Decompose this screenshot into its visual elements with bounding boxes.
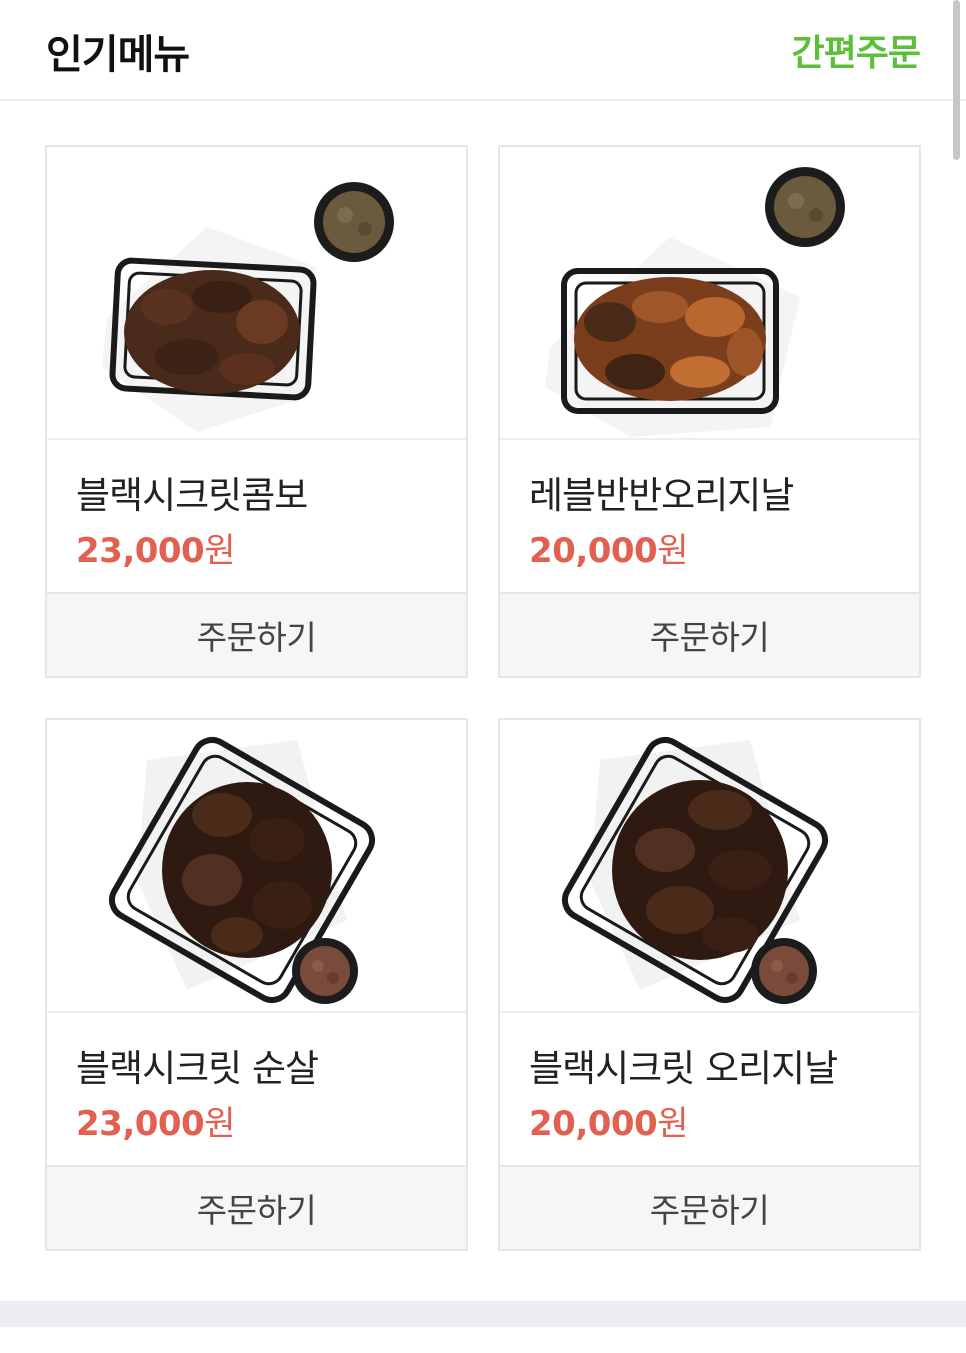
price-currency: 원 [657, 1104, 688, 1144]
menu-name: 블랙시크릿콤보 [76, 474, 308, 517]
order-button[interactable]: 주문하기 [47, 1165, 466, 1249]
price-value: 23,000 [76, 1104, 205, 1144]
section-divider [0, 1301, 966, 1327]
menu-image[interactable] [47, 720, 466, 1013]
menu-image[interactable] [500, 720, 919, 1013]
menu-card[interactable]: 블랙시크릿 순살 23,000원 주문하기 [45, 718, 468, 1251]
price-value: 20,000 [529, 531, 658, 571]
page-title: 인기메뉴 [46, 32, 190, 78]
menu-card[interactable]: 블랙시크릿콤보 23,000원 주문하기 [45, 145, 468, 678]
menu-price: 23,000원 [76, 1096, 235, 1145]
chicken-basket-with-sauce-icon [102, 182, 394, 432]
chicken-basket-with-sauce-icon [108, 736, 376, 1004]
order-button[interactable]: 주문하기 [500, 592, 919, 676]
price-value: 23,000 [76, 531, 205, 571]
menu-image[interactable] [47, 147, 466, 440]
menu-name: 블랙시크릿 오리지날 [529, 1047, 838, 1090]
menu-name: 레블반반오리지날 [529, 474, 794, 517]
chicken-basket-with-sauce-icon [561, 736, 829, 1004]
menu-price: 20,000원 [529, 1096, 688, 1145]
price-currency: 원 [657, 531, 688, 571]
page-header: 인기메뉴 간편주문 [0, 0, 966, 101]
price-value: 20,000 [529, 1104, 658, 1144]
chicken-basket-with-sauce-icon [545, 167, 845, 437]
price-currency: 원 [204, 1104, 235, 1144]
order-button[interactable]: 주문하기 [500, 1165, 919, 1249]
menu-price: 23,000원 [76, 523, 235, 572]
menu-card[interactable]: 블랙시크릿 오리지날 20,000원 주문하기 [498, 718, 921, 1251]
price-currency: 원 [204, 531, 235, 571]
menu-card[interactable]: 레블반반오리지날 20,000원 주문하기 [498, 145, 921, 678]
order-button[interactable]: 주문하기 [47, 592, 466, 676]
menu-price: 20,000원 [529, 523, 688, 572]
quick-order-link[interactable]: 간편주문 [792, 24, 921, 76]
scrollbar[interactable] [953, 0, 960, 160]
menu-image[interactable] [500, 147, 919, 440]
menu-name: 블랙시크릿 순살 [76, 1047, 319, 1090]
